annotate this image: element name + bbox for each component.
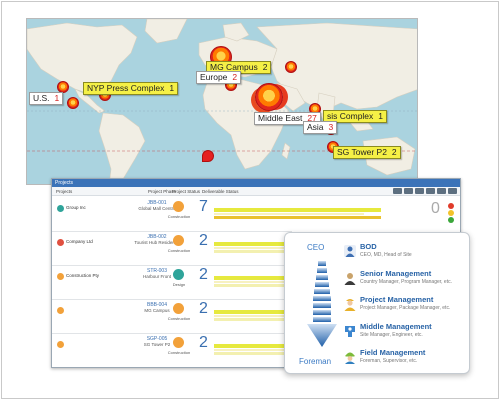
- map-pin-africa[interactable]: [202, 150, 214, 162]
- project-company: Group Inc: [66, 205, 86, 210]
- phase-icon: [173, 303, 184, 314]
- map-label-europe[interactable]: Europe 2: [196, 71, 242, 84]
- org-level-title: Middle Management: [360, 321, 432, 331]
- phase-icon: [173, 269, 184, 280]
- deliverable-count: 2: [199, 334, 208, 351]
- filter-icon[interactable]: [426, 188, 435, 194]
- project-status-dot: [57, 273, 64, 280]
- deliverable-status-bar: [214, 216, 381, 219]
- org-level-title: Project Management: [360, 295, 434, 304]
- project-status-dot: [57, 341, 64, 348]
- phase-icon: [173, 337, 184, 348]
- project-company: Construction Pty: [66, 273, 100, 278]
- projects-title: Projects: [55, 180, 74, 186]
- org-top-label: CEO: [307, 243, 325, 252]
- phase-label: Construction: [167, 316, 191, 321]
- projects-titlebar: Projects: [52, 179, 460, 187]
- senior-manager-icon: [343, 271, 357, 285]
- org-level-description: Project Manager, Package Manager, etc.: [360, 305, 451, 311]
- map-label-nyp[interactable]: NYP Press Complex 1: [83, 82, 179, 95]
- map-pin-middle-east-north[interactable]: [285, 61, 297, 73]
- project-company: Company Ltd: [66, 239, 93, 244]
- deliverable-count: 2: [199, 232, 208, 249]
- org-level[interactable]: Field Management Foreman, Supervisor, etc…: [343, 348, 469, 372]
- project-status-dot: [57, 307, 64, 314]
- deliverable-count: 2: [199, 300, 208, 317]
- toolbar-icons: [393, 188, 457, 194]
- phase-icon: [173, 201, 184, 212]
- col-header-deliverable[interactable]: Deliverable Status: [202, 189, 239, 194]
- export-icon[interactable]: [437, 188, 446, 194]
- grid-view-icon[interactable]: [393, 188, 402, 194]
- middle-manager-icon: [343, 324, 357, 338]
- project-row[interactable]: Group Inc JBB-001 Global Mall Centre Constr…: [52, 196, 381, 232]
- org-level[interactable]: Middle Management Site Manager, Engineer,…: [343, 322, 469, 346]
- col-header-status[interactable]: Project Status: [172, 189, 200, 194]
- phase-label: Construction: [167, 350, 191, 355]
- project-row[interactable]: SGP-005 SG Tower P2 Construction 2: [52, 332, 408, 367]
- project-row[interactable]: Construction Pty STR-003 Harbour Front Desi…: [52, 264, 370, 300]
- map-land: [27, 19, 417, 184]
- side-badge-red: [448, 203, 454, 209]
- settings-icon[interactable]: [448, 188, 457, 194]
- list-view-icon[interactable]: [404, 188, 413, 194]
- org-level-title: BOD: [360, 242, 377, 251]
- map-label-asia[interactable]: Asia 3: [303, 121, 338, 134]
- project-manager-icon: [343, 297, 357, 311]
- map-label-sg-tower[interactable]: SG Tower P2 2: [333, 146, 401, 159]
- side-badge-green: [448, 217, 454, 223]
- project-status-dot: [57, 239, 64, 246]
- phase-label: Design: [172, 282, 186, 287]
- org-level[interactable]: Project Management Project Manager, Packa…: [343, 295, 469, 319]
- deliverable-progress-bar: [214, 208, 381, 212]
- map-view-icon[interactable]: [415, 188, 424, 194]
- org-level-title: Field Management: [360, 348, 426, 357]
- phase-label: Construction: [167, 248, 191, 253]
- side-badge-yellow: [448, 210, 454, 216]
- col-header-projects[interactable]: Projects: [56, 189, 72, 194]
- org-level-title: Senior Management: [360, 268, 432, 278]
- org-bottom-label: Foreman: [299, 357, 332, 366]
- org-level-description: Country Manager, Program Manager, etc.: [360, 278, 452, 285]
- deliverable-count: 2: [199, 266, 208, 283]
- projects-column-headers: Projects Project Phase Project Status De…: [52, 187, 460, 196]
- org-level-description: Foreman, Supervisor, etc.: [360, 358, 418, 364]
- org-level[interactable]: BOD CEO, MD, Head of Site: [343, 242, 469, 266]
- phase-label: Construction: [167, 214, 191, 219]
- project-status-dot: [57, 205, 64, 212]
- org-hierarchy-card: CEO Foreman BOD CEO, MD, Head of Site Seni…: [284, 232, 470, 374]
- hierarchy-down-arrow-icon: [307, 261, 337, 347]
- org-level[interactable]: Senior Management Country Manager, Progra…: [343, 269, 469, 293]
- field-manager-icon: [343, 350, 357, 364]
- phase-icon: [173, 235, 184, 246]
- org-level-description: Site Manager, Engineer, etc.: [360, 331, 423, 338]
- side-count: 0: [431, 200, 440, 217]
- world-map[interactable]: U.S. 1 NYP Press Complex 1 MG Campus 2 Euro…: [26, 18, 418, 185]
- project-row[interactable]: BBB-004 MG Campus Construction 2: [52, 298, 370, 334]
- board-icon: [343, 244, 357, 258]
- deliverable-count: 7: [199, 198, 208, 215]
- map-pin-middle-east[interactable]: [255, 83, 283, 111]
- map-label-us[interactable]: U.S. 1: [29, 92, 64, 105]
- map-pin-us[interactable]: [67, 97, 79, 109]
- org-level-description: CEO, MD, Head of Site: [360, 252, 412, 258]
- project-row[interactable]: Company Ltd JBB-002 Tourist Hub Residence C…: [52, 230, 370, 266]
- deliverable-progress-bar-light: [214, 213, 365, 215]
